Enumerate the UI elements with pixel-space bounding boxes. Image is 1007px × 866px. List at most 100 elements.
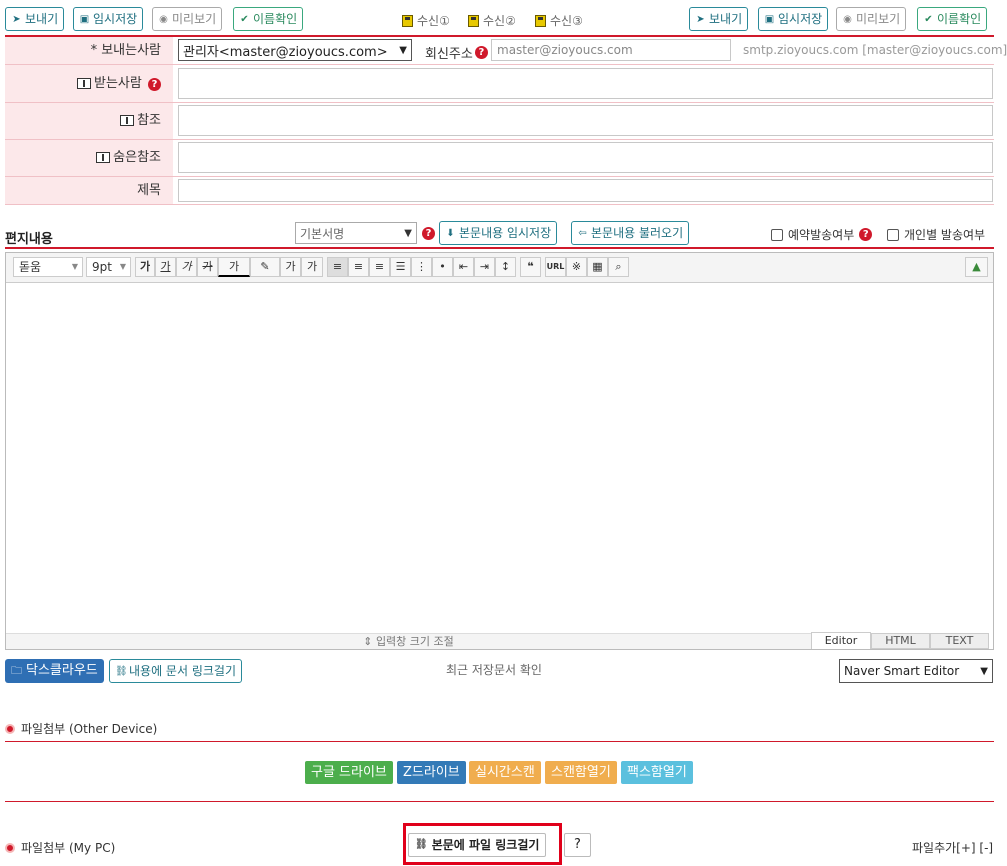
tab-html[interactable]: HTML [871,633,930,649]
reply-input[interactable]: master@zioyoucs.com [491,39,731,61]
link-icon: ⛓ [115,665,128,677]
individual-checkbox[interactable] [887,228,899,241]
individual-option: 개인별 발송여부 [887,226,985,243]
special-char-button[interactable]: ※ [566,257,587,277]
chevron-down-icon: ▼ [399,44,407,56]
recv1-button[interactable]: 수신① [402,12,450,29]
chevron-down-icon: ▼ [119,262,126,271]
check-icon: ✔ [240,13,249,25]
tab-editor[interactable]: Editor [811,632,871,649]
highlight-icon[interactable]: ✎ [250,257,280,277]
italic-button[interactable]: 가 [176,257,197,277]
subject-label: 제목 [5,177,173,204]
editor-body[interactable] [6,284,993,632]
smtp-info: smtp.zioyoucs.com [master@zioyoucs.com] … [743,43,1007,57]
font-select[interactable]: 돋움 ▼ [13,257,83,277]
floppy-icon [468,14,479,27]
sender-label: * 보내는사람 [5,37,173,64]
attach-pc-title: 파일첨부 (My PC) [5,839,115,856]
align-center-icon[interactable]: ≡ [348,257,369,277]
eye-icon: ◉ [843,13,852,25]
attach-divider [5,801,994,802]
line-height-icon[interactable]: ↕ [495,257,516,277]
help-icon[interactable]: ? [474,46,488,59]
bold-button[interactable]: 가 [135,257,155,277]
reserve-checkbox[interactable] [771,228,783,241]
reply-label: 회신주소 ? [425,43,488,62]
folder-icon: 🗀 [11,664,22,677]
paper-plane-icon: ➤ [12,13,21,25]
file-add-control[interactable]: 파일추가[+] [-] [912,839,993,856]
body-load-button[interactable]: ⇦ 본문내용 불러오기 [571,221,690,245]
fax-box-button[interactable]: 팩스함열기 [621,761,693,784]
chevron-down-icon: ▼ [404,227,412,239]
align-justify-icon[interactable]: ☰ [390,257,411,277]
superscript-button[interactable]: 가 [280,257,301,277]
address-book-icon[interactable] [96,152,111,163]
send-button[interactable]: ➤ 보내기 [5,7,65,31]
attach-divider [5,741,994,742]
find-icon[interactable]: ⌕ [608,257,629,277]
help-icon[interactable]: ? [859,228,873,241]
font-color-button[interactable]: 가 [218,257,250,277]
outdent-icon[interactable]: ⇤ [453,257,474,277]
save-icon: ▣ [79,13,90,25]
scan-live-button[interactable]: 실시간스캔 [469,761,541,784]
help-icon[interactable]: ? [148,78,161,91]
subscript-button[interactable]: 가 [301,257,323,277]
link-icon: ⛓ [415,839,428,850]
file-link-help-button[interactable]: ? [564,833,591,857]
send-button-right[interactable]: ➤ 보내기 [689,7,749,31]
chevron-down-icon: ▼ [980,665,988,677]
align-left-icon[interactable]: ≡ [327,257,348,277]
link-button[interactable]: URL [545,257,566,277]
quote-button[interactable]: ❝ [520,257,541,277]
bcc-label: 숨은참조 [5,140,173,176]
temp-save-button[interactable]: ▣ 임시저장 [73,7,144,31]
address-book-icon[interactable] [120,115,135,126]
recv3-button[interactable]: 수신③ [535,12,583,29]
table-icon[interactable]: ▦ [587,257,608,277]
underline-button[interactable]: 가 [155,257,176,277]
preview-button-right[interactable]: ◉ 미리보기 [836,7,907,31]
to-input[interactable] [178,68,993,99]
image-icon[interactable]: ▲ [965,257,988,277]
subject-input[interactable] [178,179,993,202]
recv2-button[interactable]: 수신② [468,12,516,29]
align-right-icon[interactable]: ≡ [369,257,390,277]
indent-icon[interactable]: ⇥ [474,257,495,277]
strike-button[interactable]: 가 [197,257,218,277]
import-icon: ⇦ [578,227,587,239]
content-divider [5,247,994,249]
scan-box-button[interactable]: 스캔함열기 [545,761,617,784]
eye-icon: ◉ [159,13,168,25]
docs-cloud-button[interactable]: 🗀 닥스클라우드 [5,659,104,683]
content-title: 편지내용 [5,232,53,247]
floppy-icon [535,14,546,27]
signature-select[interactable]: 기본서명 ▼ [295,222,417,244]
cc-input[interactable] [178,105,993,136]
recent-docs-link[interactable]: 최근 저장문서 확인 [446,661,542,678]
cc-label: 참조 [5,103,173,139]
bullet-icon [5,842,15,853]
chevron-down-icon: ▼ [71,262,78,271]
zdrive-button[interactable]: Z드라이브 [397,761,466,784]
address-book-icon[interactable] [77,78,92,89]
name-check-button[interactable]: ✔ 이름확인 [233,7,304,31]
ordered-list-icon[interactable]: ⋮ [411,257,432,277]
body-temp-save-button[interactable]: ⬇ 본문내용 임시저장 [439,221,558,245]
unordered-list-icon[interactable]: • [432,257,453,277]
editor-type-select[interactable]: Naver Smart Editor ▼ [839,659,993,683]
name-check-button-right[interactable]: ✔ 이름확인 [917,7,988,31]
preview-button[interactable]: ◉ 미리보기 [152,7,223,31]
doc-link-button[interactable]: ⛓ 내용에 문서 링크걸기 [109,659,242,683]
sender-select[interactable]: 관리자<master@zioyoucs.com> ▼ [178,39,412,61]
help-icon[interactable]: ? [422,227,435,240]
bcc-input[interactable] [178,142,993,173]
file-link-button[interactable]: ⛓ 본문에 파일 링크걸기 [408,833,547,857]
google-drive-button[interactable]: 구글 드라이브 [305,761,393,784]
size-select[interactable]: 9pt ▼ [86,257,131,277]
tab-text[interactable]: TEXT [930,633,989,649]
temp-save-button-right[interactable]: ▣ 임시저장 [758,7,829,31]
resize-handle[interactable]: ⇕ 입력창 크기 조절 [6,633,811,649]
